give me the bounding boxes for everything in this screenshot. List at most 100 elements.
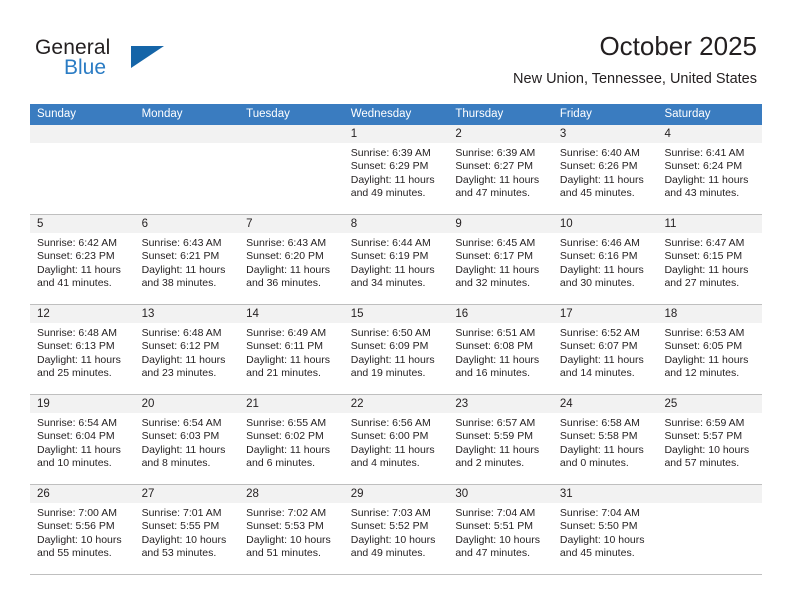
day-number: 6 [134,215,240,233]
calendar-day-cell[interactable]: 22 Sunrise: 6:56 AM Sunset: 6:00 PM Dayligh… [343,395,449,484]
day-number: 15 [343,305,449,323]
calendar-week-row: 19 Sunrise: 6:54 AM Sunset: 6:04 PM Dayligh… [30,395,763,485]
sunset-text: Sunset: 6:16 PM [559,250,638,263]
weekday-header-tuesday: Tuesday [246,108,290,120]
calendar-day-cell[interactable]: 5 Sunrise: 6:42 AM Sunset: 6:23 PM Daylight… [30,215,135,304]
calendar-day-cell[interactable]: 26 Sunrise: 7:00 AM Sunset: 5:56 PM Dayligh… [30,485,135,574]
daylight-text: Daylight: 11 hours and 0 minutes. [559,443,644,470]
day-number: 24 [552,395,658,413]
day-number: 5 [30,215,135,233]
day-details: Sunrise: 7:04 AM Sunset: 5:51 PM Daylight:… [448,503,553,561]
sunrise-text: Sunrise: 6:51 AM [455,327,536,339]
calendar-day-cell[interactable]: 8 Sunrise: 6:44 AM Sunset: 6:19 PM Daylight… [343,215,449,304]
day-number: 14 [239,305,344,323]
calendar-day-cell[interactable]: 20 Sunrise: 6:54 AM Sunset: 6:03 PM Dayligh… [134,395,240,484]
calendar-day-cell[interactable]: 2 Sunrise: 6:39 AM Sunset: 6:27 PM Daylight… [448,125,553,214]
calendar-day-cell-empty [657,485,763,574]
day-number: 18 [657,305,763,323]
daylight-text: Daylight: 11 hours and 6 minutes. [246,443,331,470]
sunrise-text: Sunrise: 6:46 AM [559,237,640,249]
day-details: Sunrise: 6:54 AM Sunset: 6:04 PM Daylight:… [30,413,135,471]
day-number: 25 [657,395,763,413]
calendar-day-cell[interactable]: 24 Sunrise: 6:58 AM Sunset: 5:58 PM Dayligh… [552,395,658,484]
day-number: 23 [448,395,553,413]
day-number: 21 [239,395,344,413]
calendar-day-cell[interactable]: 25 Sunrise: 6:59 AM Sunset: 5:57 PM Dayligh… [657,395,763,484]
calendar-day-cell[interactable]: 27 Sunrise: 7:01 AM Sunset: 5:55 PM Dayligh… [134,485,240,574]
daylight-text: Daylight: 11 hours and 32 minutes. [455,263,540,290]
sunrise-text: Sunrise: 6:43 AM [246,237,327,249]
day-number: 20 [134,395,240,413]
calendar-day-cell[interactable]: 15 Sunrise: 6:50 AM Sunset: 6:09 PM Dayligh… [343,305,449,394]
calendar-day-cell[interactable]: 6 Sunrise: 6:43 AM Sunset: 6:21 PM Daylight… [134,215,240,304]
calendar-day-cell[interactable]: 29 Sunrise: 7:03 AM Sunset: 5:52 PM Dayligh… [343,485,449,574]
sunrise-text: Sunrise: 6:47 AM [664,237,745,249]
daylight-text: Daylight: 11 hours and 12 minutes. [664,353,749,380]
calendar-day-cell[interactable]: 12 Sunrise: 6:48 AM Sunset: 6:13 PM Dayligh… [30,305,135,394]
weekday-header-thursday: Thursday [455,108,504,120]
sunset-text: Sunset: 6:12 PM [141,340,220,353]
sunrise-text: Sunrise: 6:43 AM [141,237,222,249]
day-number: 27 [134,485,240,503]
calendar-day-cell[interactable]: 17 Sunrise: 6:52 AM Sunset: 6:07 PM Dayligh… [552,305,658,394]
calendar-grid: Sunday Monday Tuesday Wednesday Thursday… [30,104,763,575]
day-number [657,485,763,503]
daylight-text: Daylight: 11 hours and 49 minutes. [350,173,435,200]
calendar-day-cell[interactable]: 1 Sunrise: 6:39 AM Sunset: 6:29 PM Daylight… [343,125,449,214]
sunrise-text: Sunrise: 6:50 AM [350,327,431,339]
calendar-week-row: 26 Sunrise: 7:00 AM Sunset: 5:56 PM Dayligh… [30,485,763,575]
calendar-day-cell[interactable]: 3 Sunrise: 6:40 AM Sunset: 6:26 PM Daylight… [552,125,658,214]
day-number: 29 [343,485,449,503]
calendar-day-cell-empty [134,125,240,214]
sunset-text: Sunset: 5:55 PM [141,520,220,533]
sunset-text: Sunset: 6:29 PM [350,160,429,173]
calendar-day-cell[interactable]: 9 Sunrise: 6:45 AM Sunset: 6:17 PM Daylight… [448,215,553,304]
day-number: 13 [134,305,240,323]
day-number [30,125,135,143]
sunset-text: Sunset: 6:21 PM [141,250,220,263]
sunset-text: Sunset: 6:17 PM [455,250,533,263]
day-number: 10 [552,215,658,233]
day-number: 19 [30,395,135,413]
calendar-day-cell[interactable]: 21 Sunrise: 6:55 AM Sunset: 6:02 PM Dayligh… [239,395,344,484]
day-details: Sunrise: 6:43 AM Sunset: 6:20 PM Daylight:… [239,233,344,291]
sunset-text: Sunset: 6:11 PM [246,340,324,353]
calendar-day-cell[interactable]: 13 Sunrise: 6:48 AM Sunset: 6:12 PM Dayligh… [134,305,240,394]
daylight-text: Daylight: 11 hours and 8 minutes. [141,443,226,470]
sunset-text: Sunset: 6:09 PM [350,340,429,353]
daylight-text: Daylight: 11 hours and 45 minutes. [559,173,644,200]
day-number: 8 [343,215,449,233]
calendar-day-cell[interactable]: 16 Sunrise: 6:51 AM Sunset: 6:08 PM Dayligh… [448,305,553,394]
day-details: Sunrise: 6:39 AM Sunset: 6:29 PM Daylight:… [344,143,449,201]
daylight-text: Daylight: 11 hours and 21 minutes. [246,353,331,380]
calendar-week-row: 5 Sunrise: 6:42 AM Sunset: 6:23 PM Daylight… [30,215,763,305]
calendar-day-cell[interactable]: 4 Sunrise: 6:41 AM Sunset: 6:24 PM Daylight… [657,125,763,214]
calendar-day-cell[interactable]: 11 Sunrise: 6:47 AM Sunset: 6:15 PM Dayligh… [657,215,763,304]
weekday-header-sunday: Sunday [37,108,77,120]
day-details: Sunrise: 7:02 AM Sunset: 5:53 PM Daylight:… [239,503,344,561]
sunrise-text: Sunrise: 6:55 AM [246,417,327,429]
day-number: 17 [552,305,658,323]
sunrise-text: Sunrise: 6:54 AM [37,417,117,429]
calendar-day-cell[interactable]: 19 Sunrise: 6:54 AM Sunset: 6:04 PM Dayligh… [30,395,135,484]
day-number: 16 [448,305,553,323]
day-number: 28 [239,485,344,503]
day-details: Sunrise: 6:45 AM Sunset: 6:17 PM Daylight:… [448,233,553,291]
calendar-day-cell[interactable]: 7 Sunrise: 6:43 AM Sunset: 6:20 PM Daylight… [239,215,344,304]
calendar-day-cell[interactable]: 31 Sunrise: 7:04 AM Sunset: 5:50 PM Dayligh… [552,485,658,574]
sunset-text: Sunset: 6:13 PM [37,340,115,353]
calendar-day-cell[interactable]: 10 Sunrise: 6:46 AM Sunset: 6:16 PM Dayligh… [552,215,658,304]
weekday-header-wednesday: Wednesday [350,108,412,120]
generalblue-logo[interactable]: General Blue [35,36,245,84]
daylight-text: Daylight: 10 hours and 45 minutes. [559,533,645,560]
calendar-day-cell[interactable]: 30 Sunrise: 7:04 AM Sunset: 5:51 PM Dayligh… [448,485,553,574]
sunset-text: Sunset: 5:58 PM [559,430,638,443]
day-details: Sunrise: 6:44 AM Sunset: 6:19 PM Daylight:… [344,233,449,291]
calendar-day-cell[interactable]: 14 Sunrise: 6:49 AM Sunset: 6:11 PM Dayligh… [239,305,344,394]
calendar-day-cell[interactable]: 23 Sunrise: 6:57 AM Sunset: 5:59 PM Dayligh… [448,395,553,484]
calendar-day-cell-empty [239,125,344,214]
daylight-text: Daylight: 11 hours and 25 minutes. [37,353,121,380]
sunrise-text: Sunrise: 6:52 AM [559,327,640,339]
calendar-day-cell[interactable]: 28 Sunrise: 7:02 AM Sunset: 5:53 PM Dayligh… [239,485,344,574]
calendar-day-cell[interactable]: 18 Sunrise: 6:53 AM Sunset: 6:05 PM Dayligh… [657,305,763,394]
